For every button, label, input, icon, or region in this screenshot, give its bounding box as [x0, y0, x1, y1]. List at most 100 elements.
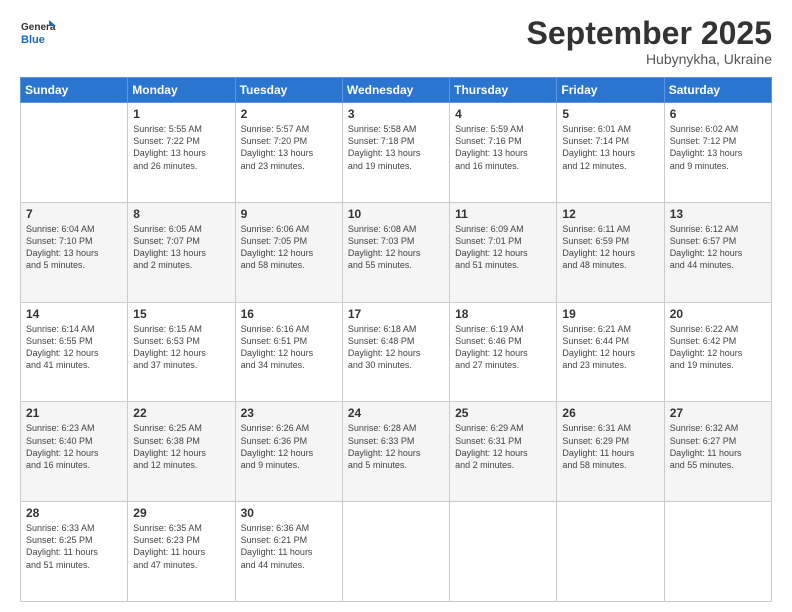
day-number: 28 [26, 506, 122, 520]
cell-daylight-info: Sunrise: 5:57 AM Sunset: 7:20 PM Dayligh… [241, 123, 337, 172]
day-number: 18 [455, 307, 551, 321]
cell-daylight-info: Sunrise: 6:32 AM Sunset: 6:27 PM Dayligh… [670, 422, 766, 471]
calendar-cell: 12Sunrise: 6:11 AM Sunset: 6:59 PM Dayli… [557, 202, 664, 302]
calendar-cell: 17 Sunrise: 6:18 AM Sunset: 6:48 PM Dayli… [342, 302, 449, 402]
calendar-cell: 22 Sunrise: 6:25 AM Sunset: 6:38 PM Dayli… [128, 402, 235, 502]
calendar-cell: 28 Sunrise: 6:33 AM Sunset: 6:25 PM Dayli… [21, 502, 128, 602]
cell-daylight-info: Sunrise: 6:01 AM Sunset: 7:14 PM Dayligh… [562, 123, 658, 172]
calendar-cell: 19 Sunrise: 6:21 AM Sunset: 6:44 PM Dayli… [557, 302, 664, 402]
cell-daylight-info: Sunrise: 6:14 AM Sunset: 6:55 PM Dayligh… [26, 323, 122, 372]
calendar-cell: 27 Sunrise: 6:32 AM Sunset: 6:27 PM Dayli… [664, 402, 771, 502]
calendar-week-row: 28 Sunrise: 6:33 AM Sunset: 6:25 PM Dayli… [21, 502, 772, 602]
calendar-table: SundayMondayTuesdayWednesdayThursdayFrid… [20, 77, 772, 602]
calendar-cell: 8 Sunrise: 6:05 AM Sunset: 7:07 PM Daylig… [128, 202, 235, 302]
cell-daylight-info: Sunrise: 6:05 AM Sunset: 7:07 PM Dayligh… [133, 223, 229, 272]
cell-daylight-info: Sunrise: 6:36 AM Sunset: 6:21 PM Dayligh… [241, 522, 337, 571]
svg-text:Blue: Blue [21, 34, 45, 46]
logo: General Blue [20, 16, 56, 52]
calendar-cell [21, 103, 128, 203]
day-number: 20 [670, 307, 766, 321]
cell-daylight-info: Sunrise: 5:55 AM Sunset: 7:22 PM Dayligh… [133, 123, 229, 172]
cell-daylight-info: Sunrise: 6:23 AM Sunset: 6:40 PM Dayligh… [26, 422, 122, 471]
calendar-cell: 9 Sunrise: 6:06 AM Sunset: 7:05 PM Daylig… [235, 202, 342, 302]
calendar-cell: 5 Sunrise: 6:01 AM Sunset: 7:14 PM Daylig… [557, 103, 664, 203]
calendar-cell: 24 Sunrise: 6:28 AM Sunset: 6:33 PM Dayli… [342, 402, 449, 502]
calendar-week-row: 14 Sunrise: 6:14 AM Sunset: 6:55 PM Dayli… [21, 302, 772, 402]
cell-daylight-info: Sunrise: 6:02 AM Sunset: 7:12 PM Dayligh… [670, 123, 766, 172]
day-number: 21 [26, 406, 122, 420]
day-number: 11 [455, 207, 551, 221]
cell-daylight-info: Sunrise: 6:31 AM Sunset: 6:29 PM Dayligh… [562, 422, 658, 471]
calendar-cell: 25 Sunrise: 6:29 AM Sunset: 6:31 PM Dayli… [450, 402, 557, 502]
cell-daylight-info: Sunrise: 6:09 AM Sunset: 7:01 PM Dayligh… [455, 223, 551, 272]
day-number: 24 [348, 406, 444, 420]
cell-daylight-info: Sunrise: 6:21 AM Sunset: 6:44 PM Dayligh… [562, 323, 658, 372]
calendar-week-row: 21 Sunrise: 6:23 AM Sunset: 6:40 PM Dayli… [21, 402, 772, 502]
day-number: 29 [133, 506, 229, 520]
day-number: 9 [241, 207, 337, 221]
calendar-cell: 30 Sunrise: 6:36 AM Sunset: 6:21 PM Dayli… [235, 502, 342, 602]
day-header-friday: Friday [557, 78, 664, 103]
day-number: 22 [133, 406, 229, 420]
day-number: 26 [562, 406, 658, 420]
day-number: 25 [455, 406, 551, 420]
calendar-cell: 10 Sunrise: 6:08 AM Sunset: 7:03 PM Dayli… [342, 202, 449, 302]
calendar-cell: 16 Sunrise: 6:16 AM Sunset: 6:51 PM Dayli… [235, 302, 342, 402]
cell-daylight-info: Sunrise: 5:59 AM Sunset: 7:16 PM Dayligh… [455, 123, 551, 172]
cell-daylight-info: Sunrise: 6:06 AM Sunset: 7:05 PM Dayligh… [241, 223, 337, 272]
day-header-sunday: Sunday [21, 78, 128, 103]
calendar-cell: 26 Sunrise: 6:31 AM Sunset: 6:29 PM Dayli… [557, 402, 664, 502]
cell-daylight-info: Sunrise: 5:58 AM Sunset: 7:18 PM Dayligh… [348, 123, 444, 172]
day-number: 2 [241, 107, 337, 121]
calendar-cell [342, 502, 449, 602]
cell-daylight-info: Sunrise: 6:25 AM Sunset: 6:38 PM Dayligh… [133, 422, 229, 471]
cell-daylight-info: Sunrise: 6:33 AM Sunset: 6:25 PM Dayligh… [26, 522, 122, 571]
calendar-header-row: SundayMondayTuesdayWednesdayThursdayFrid… [21, 78, 772, 103]
day-header-wednesday: Wednesday [342, 78, 449, 103]
day-number: 17 [348, 307, 444, 321]
day-number: 23 [241, 406, 337, 420]
calendar-cell: 1 Sunrise: 5:55 AM Sunset: 7:22 PM Daylig… [128, 103, 235, 203]
location: Hubynykha, Ukraine [527, 51, 772, 67]
day-number: 5 [562, 107, 658, 121]
cell-daylight-info: Sunrise: 6:11 AM Sunset: 6:59 PM Dayligh… [562, 223, 658, 272]
day-number: 6 [670, 107, 766, 121]
cell-daylight-info: Sunrise: 6:12 AM Sunset: 6:57 PM Dayligh… [670, 223, 766, 272]
cell-daylight-info: Sunrise: 6:16 AM Sunset: 6:51 PM Dayligh… [241, 323, 337, 372]
cell-daylight-info: Sunrise: 6:08 AM Sunset: 7:03 PM Dayligh… [348, 223, 444, 272]
cell-daylight-info: Sunrise: 6:26 AM Sunset: 6:36 PM Dayligh… [241, 422, 337, 471]
calendar-cell: 11 Sunrise: 6:09 AM Sunset: 7:01 PM Dayli… [450, 202, 557, 302]
day-number: 14 [26, 307, 122, 321]
day-number: 10 [348, 207, 444, 221]
cell-daylight-info: Sunrise: 6:28 AM Sunset: 6:33 PM Dayligh… [348, 422, 444, 471]
day-header-monday: Monday [128, 78, 235, 103]
calendar-cell: 7 Sunrise: 6:04 AM Sunset: 7:10 PM Daylig… [21, 202, 128, 302]
title-block: September 2025 Hubynykha, Ukraine [527, 16, 772, 67]
day-number: 1 [133, 107, 229, 121]
day-number: 16 [241, 307, 337, 321]
cell-daylight-info: Sunrise: 6:04 AM Sunset: 7:10 PM Dayligh… [26, 223, 122, 272]
calendar-cell [664, 502, 771, 602]
day-number: 30 [241, 506, 337, 520]
calendar-cell: 13Sunrise: 6:12 AM Sunset: 6:57 PM Dayli… [664, 202, 771, 302]
cell-daylight-info: Sunrise: 6:19 AM Sunset: 6:46 PM Dayligh… [455, 323, 551, 372]
day-number: 7 [26, 207, 122, 221]
cell-daylight-info: Sunrise: 6:29 AM Sunset: 6:31 PM Dayligh… [455, 422, 551, 471]
cell-daylight-info: Sunrise: 6:18 AM Sunset: 6:48 PM Dayligh… [348, 323, 444, 372]
day-number: 27 [670, 406, 766, 420]
day-header-thursday: Thursday [450, 78, 557, 103]
calendar-week-row: 1 Sunrise: 5:55 AM Sunset: 7:22 PM Daylig… [21, 103, 772, 203]
calendar-cell [450, 502, 557, 602]
calendar-cell: 14 Sunrise: 6:14 AM Sunset: 6:55 PM Dayli… [21, 302, 128, 402]
day-number: 8 [133, 207, 229, 221]
day-number: 19 [562, 307, 658, 321]
cell-daylight-info: Sunrise: 6:22 AM Sunset: 6:42 PM Dayligh… [670, 323, 766, 372]
page: General Blue September 2025 Hubynykha, U… [0, 0, 792, 612]
calendar-cell: 4Sunrise: 5:59 AM Sunset: 7:16 PM Daylig… [450, 103, 557, 203]
logo-svg: General Blue [20, 16, 56, 52]
day-header-saturday: Saturday [664, 78, 771, 103]
calendar-cell: 3Sunrise: 5:58 AM Sunset: 7:18 PM Daylig… [342, 103, 449, 203]
day-number: 15 [133, 307, 229, 321]
cell-daylight-info: Sunrise: 6:15 AM Sunset: 6:53 PM Dayligh… [133, 323, 229, 372]
calendar-cell: 21 Sunrise: 6:23 AM Sunset: 6:40 PM Dayli… [21, 402, 128, 502]
